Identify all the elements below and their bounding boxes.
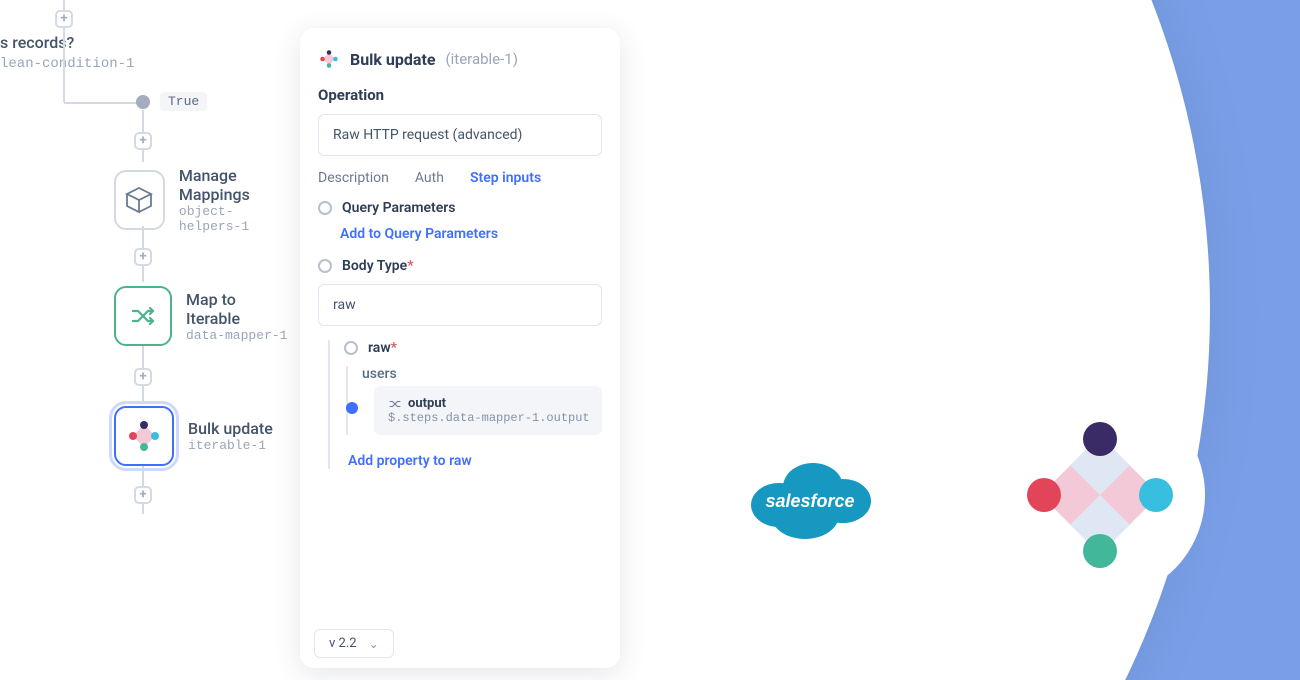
logo-row: salesforce — [705, 390, 1205, 600]
users-label: users — [362, 366, 397, 382]
body-type-label: Body Type — [342, 258, 407, 274]
raw-label: raw — [368, 340, 391, 356]
iterable-node-icon — [114, 406, 174, 466]
hero-title-line3: Template — [680, 252, 1020, 318]
radio-icon — [318, 259, 332, 273]
required-asterisk: * — [391, 340, 397, 356]
output-reference-card[interactable]: output $.steps.data-mapper-1.output — [374, 386, 602, 435]
condition-id: lean-condition-1 — [0, 56, 134, 72]
hero-title-line1: Salesforce to — [680, 120, 1020, 186]
raw-row[interactable]: raw* — [344, 340, 602, 356]
workflow-canvas[interactable]: + s records? lean-condition-1 True + Man… — [0, 0, 290, 680]
iterable-logo — [995, 390, 1205, 600]
shuffle-icon — [388, 397, 402, 411]
iterable-node-icon — [318, 48, 340, 70]
node-manage-mappings[interactable]: Manage Mappings object-helpers-1 — [114, 166, 290, 234]
add-step-button[interactable]: + — [134, 368, 152, 386]
users-row[interactable]: users — [362, 366, 602, 382]
node-title: Manage Mappings — [179, 166, 290, 204]
operation-select[interactable]: Raw HTTP request (advanced) — [318, 114, 602, 156]
body-type-input[interactable]: raw — [318, 284, 602, 326]
version-label: v 2.2 — [329, 636, 357, 651]
tab-auth[interactable]: Auth — [415, 170, 444, 186]
hero-title-line2: Iterable Sync — [680, 186, 1020, 252]
node-id: object-helpers-1 — [179, 204, 290, 234]
chevron-down-icon: ⌄ — [369, 637, 379, 651]
query-parameters-label: Query Parameters — [342, 200, 456, 216]
radio-icon — [344, 341, 358, 355]
add-step-button[interactable]: + — [134, 248, 152, 266]
panel-tabs: Description Auth Step inputs — [318, 170, 602, 186]
operation-label: Operation — [318, 86, 602, 104]
iterable-diamond-icon — [1020, 415, 1180, 575]
add-step-button[interactable]: + — [134, 132, 152, 150]
add-property-link[interactable]: Add property to raw — [348, 453, 602, 469]
node-id: data-mapper-1 — [186, 328, 290, 343]
required-asterisk: * — [407, 258, 413, 274]
output-path: $.steps.data-mapper-1.output — [388, 411, 590, 425]
panel-title: Bulk update — [350, 50, 436, 69]
panel-subtitle: (iterable-1) — [446, 50, 518, 68]
connector — [63, 32, 65, 102]
node-bulk-update[interactable]: Bulk update iterable-1 — [114, 406, 273, 466]
shuffle-icon — [114, 286, 172, 346]
hero-title: Salesforce to Iterable Sync Template — [680, 120, 1020, 318]
step-config-panel: Bulk update (iterable-1) Operation Raw H… — [300, 28, 620, 668]
tab-description[interactable]: Description — [318, 170, 389, 186]
node-map-to-iterable[interactable]: Map to Iterable data-mapper-1 — [114, 286, 290, 346]
hero-banner: Salesforce to Iterable Sync Template sal… — [0, 0, 1300, 680]
panel-header: Bulk update (iterable-1) — [318, 48, 602, 70]
reference-dot-icon — [346, 402, 358, 414]
query-parameters-row[interactable]: Query Parameters — [318, 200, 602, 216]
branch-true-label: True — [160, 92, 207, 111]
salesforce-word: salesforce — [765, 491, 854, 511]
body-type-row[interactable]: Body Type* — [318, 258, 602, 274]
node-id: iterable-1 — [188, 438, 273, 453]
node-title: Bulk update — [188, 419, 273, 438]
cube-icon — [114, 170, 165, 230]
output-title: output — [408, 396, 446, 411]
add-step-button[interactable]: + — [134, 486, 152, 504]
salesforce-logo: salesforce — [705, 390, 915, 600]
salesforce-cloud-icon: salesforce — [735, 445, 885, 545]
tab-step-inputs[interactable]: Step inputs — [470, 170, 541, 186]
node-title: Map to Iterable — [186, 290, 290, 328]
version-selector[interactable]: v 2.2 ⌄ — [314, 629, 394, 658]
raw-tree: raw* users output $.steps.data-mapper-1.… — [328, 340, 602, 469]
branch-line — [64, 102, 142, 104]
radio-icon — [318, 201, 332, 215]
branch-dot — [136, 95, 150, 109]
add-step-button[interactable]: + — [55, 10, 73, 28]
add-query-parameters-link[interactable]: Add to Query Parameters — [340, 226, 602, 242]
